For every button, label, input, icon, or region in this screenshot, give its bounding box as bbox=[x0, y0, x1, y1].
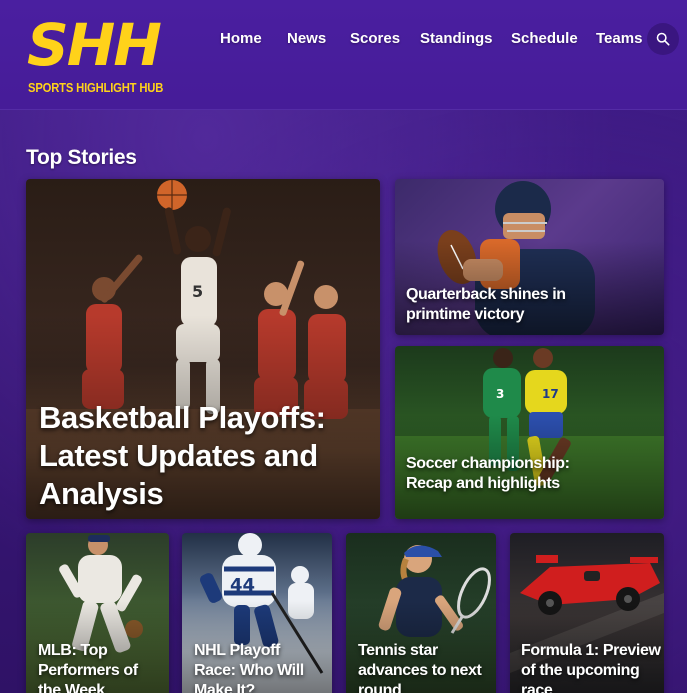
story-card-baseball[interactable]: MLB: Top Performers of the Week bbox=[26, 533, 169, 693]
svg-text:44: 44 bbox=[230, 575, 255, 596]
svg-text:5: 5 bbox=[192, 282, 203, 301]
nav-item-news[interactable]: News bbox=[287, 30, 326, 47]
section-title-top-stories: Top Stories bbox=[26, 146, 137, 169]
nav-item-home[interactable]: Home bbox=[220, 30, 262, 47]
story-headline[interactable]: Formula 1: Preview of the upcoming race bbox=[521, 641, 661, 693]
nav-item-scores[interactable]: Scores bbox=[350, 30, 400, 47]
story-card-hockey[interactable]: 44 NHL Playoff Race: Who Will Make It? bbox=[182, 533, 332, 693]
story-card-soccer[interactable]: 3 17 Soccer championship: Recap and high… bbox=[395, 346, 664, 519]
story-headline[interactable]: MLB: Top Performers of the Week bbox=[38, 641, 163, 693]
nav-item-standings[interactable]: Standings bbox=[420, 30, 493, 47]
logo-subtitle: SPORTS HIGHLIGHT HUB bbox=[28, 81, 164, 95]
search-icon bbox=[656, 32, 670, 46]
story-card-basketball[interactable]: 5 Basketball Playoffs: Latest Updates an… bbox=[26, 179, 380, 519]
story-headline[interactable]: Soccer championship: Recap and highlight… bbox=[406, 454, 606, 494]
logo-wordmark: SHH bbox=[27, 11, 162, 79]
story-card-tennis[interactable]: Tennis star advances to next round bbox=[346, 533, 496, 693]
svg-text:17: 17 bbox=[542, 387, 559, 401]
site-logo[interactable]: SHH SPORTS HIGHLIGHT HUB bbox=[27, 14, 167, 99]
svg-text:3: 3 bbox=[496, 387, 504, 401]
nav-item-schedule[interactable]: Schedule bbox=[511, 30, 578, 47]
story-headline[interactable]: Quarterback shines in primtime victory bbox=[406, 285, 606, 325]
story-card-football[interactable]: Quarterback shines in primtime victory bbox=[395, 179, 664, 335]
story-headline[interactable]: NHL Playoff Race: Who Will Make It? bbox=[194, 641, 324, 693]
story-headline[interactable]: Tennis star advances to next round bbox=[358, 641, 488, 693]
story-headline[interactable]: Basketball Playoffs: Latest Updates and … bbox=[39, 399, 369, 513]
site-header: SHH SPORTS HIGHLIGHT HUB Home News Score… bbox=[0, 0, 687, 110]
search-button[interactable] bbox=[647, 23, 679, 55]
nav-item-teams[interactable]: Teams bbox=[596, 30, 642, 47]
story-card-formula-1[interactable]: Formula 1: Preview of the upcoming race bbox=[510, 533, 664, 693]
